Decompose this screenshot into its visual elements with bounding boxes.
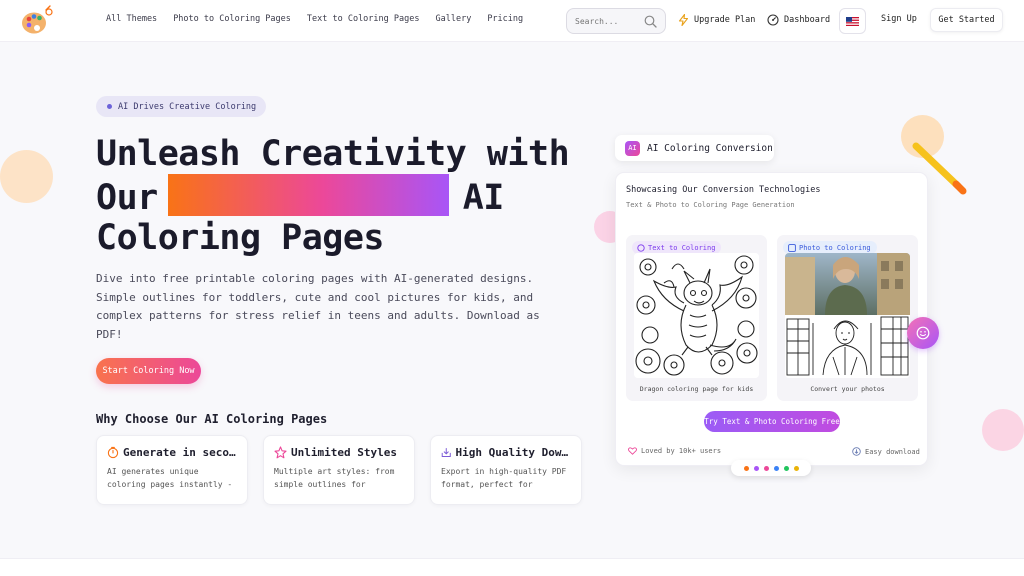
feature-title-row: Generate in seconds (107, 446, 239, 459)
lightning-icon (678, 14, 689, 26)
photo-to-coloring-panel[interactable]: Photo to Coloring Convert your photos (777, 235, 918, 401)
search-box[interactable] (566, 8, 666, 34)
sparkle-icon (637, 243, 645, 252)
start-coloring-button[interactable]: Start Coloring Now (96, 358, 201, 384)
color-dot (763, 465, 769, 471)
showcase-title: Showcasing Our Conversion Technologies (626, 185, 821, 195)
badge-dot (107, 104, 112, 109)
upgrade-plan-button[interactable]: Upgrade Plan (678, 14, 755, 26)
get-started-button[interactable]: Get Started (930, 8, 1003, 32)
loved-by-users: Loved by 10k+ users (628, 447, 721, 455)
star-icon (274, 446, 287, 459)
feature-title-row: High Quality Downloads (441, 446, 573, 459)
feature-description: Multiple art styles: from simple outline… (274, 467, 395, 489)
feature-title: Generate in seconds (122, 446, 239, 459)
smile-icon (916, 326, 930, 340)
easy-download: Easy download (852, 447, 920, 456)
feature-title: Unlimited Styles (291, 446, 397, 459)
hero-title-line1: Unleash Creativity with (96, 134, 570, 174)
feature-description: AI generates unique coloring pages insta… (107, 467, 233, 489)
search-input[interactable] (575, 16, 643, 26)
decor-blob-left (0, 150, 53, 203)
ai-conversion-label: AI Coloring Conversion (647, 142, 773, 154)
nav-links: All Themes Photo to Coloring Pages Text … (106, 14, 523, 24)
timer-icon (107, 446, 119, 459)
nav-link-all-themes[interactable]: All Themes (106, 14, 157, 24)
next-section-edge (0, 558, 1024, 576)
download-icon (852, 447, 861, 456)
hero-description: Dive into free printable coloring pages … (96, 272, 540, 342)
photo-comparison-icon (785, 253, 910, 378)
feature-title-row: Unlimited Styles (274, 446, 406, 459)
top-navigation: All Themes Photo to Coloring Pages Text … (0, 0, 1024, 42)
photo-conversion-image (785, 253, 910, 378)
feedback-button[interactable] (907, 317, 939, 349)
search-icon[interactable] (644, 15, 657, 28)
nav-link-photo-to-coloring[interactable]: Photo to Coloring Pages (173, 14, 291, 24)
language-button[interactable] (839, 8, 866, 34)
feature-title: High Quality Downloads (455, 446, 573, 459)
dashboard-icon (767, 14, 779, 26)
feature-description: Export in high-quality PDF format, perfe… (441, 467, 567, 489)
feature-card-generate[interactable]: Generate in seconds AI generates unique … (96, 435, 248, 505)
hero-badge: AI Drives Creative Coloring (96, 96, 267, 117)
hero-title-ai: AI (462, 178, 505, 218)
nav-link-text-to-coloring[interactable]: Text to Coloring Pages (307, 14, 420, 24)
hero-title: Unleash Creativity with Our AI Coloring P… (96, 134, 576, 258)
hero-title-line3: Coloring Pages (96, 218, 385, 258)
color-dot (773, 465, 779, 471)
color-dots-indicator (731, 460, 811, 476)
color-dot (753, 465, 759, 471)
image-icon (788, 243, 796, 252)
upgrade-plan-label: Upgrade Plan (694, 15, 756, 25)
hero-title-our: Our (96, 178, 158, 218)
showcase-card: Showcasing Our Conversion Technologies T… (615, 172, 928, 466)
feature-card-styles[interactable]: Unlimited Styles Multiple art styles: fr… (263, 435, 415, 505)
text-to-coloring-panel[interactable]: Text to Coloring Dragon coloring page fo… (626, 235, 767, 401)
us-flag-icon (846, 16, 859, 26)
nav-link-pricing[interactable]: Pricing (487, 14, 523, 24)
text-to-coloring-caption: Dragon coloring page for kids (639, 385, 754, 393)
hero-gradient-highlight (167, 174, 449, 216)
try-coloring-free-button[interactable]: Try Text & Photo Coloring Free (704, 411, 840, 432)
showcase-subtitle: Text & Photo to Coloring Page Generation (626, 201, 795, 209)
ai-chip-icon: AI (625, 140, 640, 156)
badge-text: AI Drives Creative Coloring (118, 101, 257, 112)
ai-conversion-pill: AI AI Coloring Conversion (615, 135, 774, 161)
heart-icon (628, 447, 637, 455)
palette-logo-icon[interactable] (20, 4, 54, 38)
dragon-coloring-image (634, 253, 759, 378)
hero-title-line2: Our AI (96, 174, 576, 218)
feature-card-quality[interactable]: High Quality Downloads Export in high-qu… (430, 435, 582, 505)
nav-link-gallery[interactable]: Gallery (435, 14, 471, 24)
why-choose-title: Why Choose Our AI Coloring Pages (96, 412, 328, 426)
decor-blob-pink-right (982, 409, 1024, 451)
color-dot (783, 465, 789, 471)
download-box-icon (441, 447, 451, 458)
photo-to-coloring-caption: Convert your photos (810, 385, 885, 393)
dragon-line-art-icon (634, 253, 759, 378)
color-dot (793, 465, 799, 471)
sign-up-link[interactable]: Sign Up (881, 14, 917, 24)
dashboard-label: Dashboard (784, 15, 831, 25)
color-dot (743, 465, 749, 471)
dashboard-button[interactable]: Dashboard (767, 14, 830, 26)
